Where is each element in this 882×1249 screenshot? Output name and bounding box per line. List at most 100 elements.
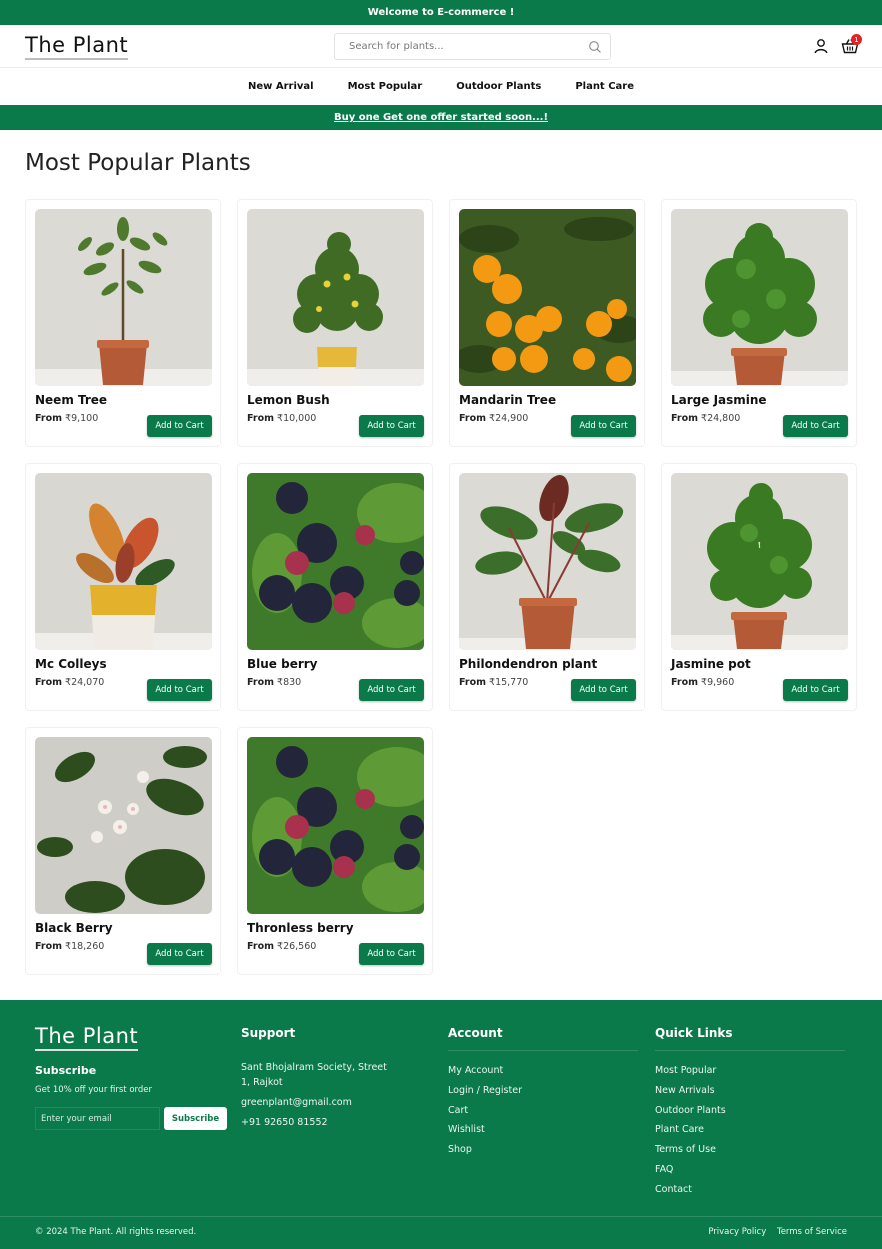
add-to-cart-button[interactable]: Add to Cart <box>571 415 636 437</box>
add-to-cart-button[interactable]: Add to Cart <box>359 415 424 437</box>
copyright-text: © 2024 The Plant. All rights reserved. <box>35 1227 197 1237</box>
product-card: Neem Tree From ₹9,100 Add to Cart <box>25 199 221 447</box>
product-image[interactable] <box>671 473 848 650</box>
product-name[interactable]: Black Berry <box>35 921 113 935</box>
footer-link-shop[interactable]: Shop <box>448 1140 638 1160</box>
footer-link-most-popular[interactable]: Most Popular <box>655 1061 845 1081</box>
product-card: Philondendron plant From ₹15,770 Add to … <box>449 463 645 711</box>
product-card: Large Jasmine From ₹24,800 Add to Cart <box>661 199 857 447</box>
footer-link-contact[interactable]: Contact <box>655 1180 845 1200</box>
nav-item-new-arrival[interactable]: New Arrival <box>248 81 314 92</box>
product-image[interactable] <box>35 209 212 386</box>
product-price: From ₹24,900 <box>459 413 529 424</box>
add-to-cart-button[interactable]: Add to Cart <box>359 943 424 965</box>
footer-link-cart[interactable]: Cart <box>448 1101 638 1121</box>
product-name[interactable]: Philondendron plant <box>459 657 597 671</box>
cart-count-badge: 1 <box>851 34 862 45</box>
site-footer: The Plant Subscribe Get 10% off your fir… <box>0 1000 882 1249</box>
nav-item-most-popular[interactable]: Most Popular <box>348 81 423 92</box>
account-heading: Account <box>448 1026 638 1051</box>
product-image[interactable] <box>35 737 212 914</box>
footer-link-my-account[interactable]: My Account <box>448 1061 638 1081</box>
user-icon[interactable] <box>813 38 829 54</box>
quick-links-heading: Quick Links <box>655 1026 845 1051</box>
email-field[interactable] <box>35 1107 160 1130</box>
support-email[interactable]: greenplant@gmail.com <box>241 1095 391 1110</box>
product-name[interactable]: Blue berry <box>247 657 318 671</box>
add-to-cart-button[interactable]: Add to Cart <box>359 679 424 701</box>
blue-berry-image <box>247 473 424 650</box>
footer-link-new-arrivals[interactable]: New Arrivals <box>655 1081 845 1101</box>
product-price: From ₹830 <box>247 677 302 688</box>
product-price: From ₹9,960 <box>671 677 735 688</box>
product-price: From ₹15,770 <box>459 677 529 688</box>
product-name[interactable]: Thronless berry <box>247 921 354 935</box>
neem-tree-image <box>35 209 212 386</box>
product-image[interactable] <box>247 473 424 650</box>
search-bar <box>334 33 611 60</box>
add-to-cart-button[interactable]: Add to Cart <box>147 415 212 437</box>
thronless-berry-image <box>247 737 424 914</box>
page-title: Most Popular Plants <box>25 150 251 176</box>
privacy-policy-link[interactable]: Privacy Policy <box>708 1227 766 1237</box>
product-card: Lemon Bush From ₹10,000 Add to Cart <box>237 199 433 447</box>
product-name[interactable]: Neem Tree <box>35 393 107 407</box>
footer-account: Account My Account Login / Register Cart… <box>448 1026 638 1160</box>
mandarin-tree-image <box>459 209 636 386</box>
black-berry-image <box>35 737 212 914</box>
product-price: From ₹24,800 <box>671 413 741 424</box>
product-card: Black Berry From ₹18,260 Add to Cart <box>25 727 221 975</box>
add-to-cart-button[interactable]: Add to Cart <box>783 415 848 437</box>
subscribe-button[interactable]: Subscribe <box>164 1107 227 1130</box>
add-to-cart-button[interactable]: Add to Cart <box>147 679 212 701</box>
product-name[interactable]: Lemon Bush <box>247 393 330 407</box>
product-name[interactable]: Mandarin Tree <box>459 393 556 407</box>
footer-logo[interactable]: The Plant <box>35 1024 139 1051</box>
offer-link[interactable]: Buy one Get one offer started soon...! <box>334 112 548 123</box>
footer-link-login-register[interactable]: Login / Register <box>448 1081 638 1101</box>
footer-divider <box>0 1216 882 1217</box>
product-image[interactable] <box>671 209 848 386</box>
product-name[interactable]: Mc Colleys <box>35 657 107 671</box>
legal-links: Privacy Policy Terms of Service <box>700 1227 847 1237</box>
add-to-cart-button[interactable]: Add to Cart <box>147 943 212 965</box>
mc-colleys-image <box>35 473 212 650</box>
footer-link-wishlist[interactable]: Wishlist <box>448 1120 638 1140</box>
product-image[interactable] <box>459 209 636 386</box>
main-nav: New Arrival Most Popular Outdoor Plants … <box>0 68 882 105</box>
product-name[interactable]: Large Jasmine <box>671 393 767 407</box>
support-address: Sant Bhojalram Society, Street 1, Rajkot <box>241 1062 387 1088</box>
footer-link-faq[interactable]: FAQ <box>655 1160 845 1180</box>
add-to-cart-button[interactable]: Add to Cart <box>783 679 848 701</box>
footer-link-plant-care[interactable]: Plant Care <box>655 1120 845 1140</box>
product-image[interactable] <box>247 737 424 914</box>
product-card: Jasmine pot From ₹9,960 Add to Cart <box>661 463 857 711</box>
search-input[interactable] <box>335 34 575 59</box>
offer-banner: Buy one Get one offer started soon...! <box>0 105 882 130</box>
footer-quick-links: Quick Links Most Popular New Arrivals Ou… <box>655 1026 845 1200</box>
product-card: Mandarin Tree From ₹24,900 Add to Cart <box>449 199 645 447</box>
philodendron-image <box>459 473 636 650</box>
product-price: From ₹24,070 <box>35 677 105 688</box>
lemon-bush-image <box>247 209 424 386</box>
nav-item-outdoor-plants[interactable]: Outdoor Plants <box>456 81 541 92</box>
terms-of-service-link[interactable]: Terms of Service <box>777 1227 847 1237</box>
search-icon[interactable] <box>588 40 602 54</box>
product-name[interactable]: Jasmine pot <box>671 657 751 671</box>
subscribe-subtitle: Get 10% off your first order <box>35 1085 152 1095</box>
large-jasmine-image <box>671 209 848 386</box>
product-price: From ₹10,000 <box>247 413 317 424</box>
site-logo[interactable]: The Plant <box>25 33 129 60</box>
add-to-cart-button[interactable]: Add to Cart <box>571 679 636 701</box>
footer-link-outdoor-plants[interactable]: Outdoor Plants <box>655 1101 845 1121</box>
nav-item-plant-care[interactable]: Plant Care <box>575 81 634 92</box>
subscribe-title: Subscribe <box>35 1064 97 1077</box>
product-image[interactable] <box>35 473 212 650</box>
welcome-text: Welcome to E-commerce ! <box>367 7 515 18</box>
product-card: Thronless berry From ₹26,560 Add to Cart <box>237 727 433 975</box>
product-image[interactable] <box>247 209 424 386</box>
footer-link-terms-of-use[interactable]: Terms of Use <box>655 1140 845 1160</box>
product-card: Mc Colleys From ₹24,070 Add to Cart <box>25 463 221 711</box>
support-phone[interactable]: +91 92650 81552 <box>241 1115 391 1130</box>
product-image[interactable] <box>459 473 636 650</box>
